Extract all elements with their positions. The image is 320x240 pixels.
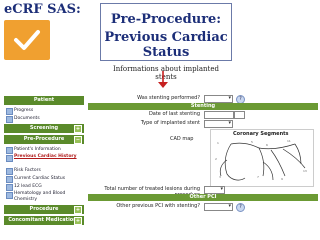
total-lesions-select[interactable] [204,186,225,194]
date-question: Date of last stenting [148,111,200,117]
sidebar-item-progress[interactable]: Progress [4,107,84,115]
svg-text:9: 9 [281,177,283,181]
form-row-date: Date of last stenting [88,110,318,119]
sidebar-item-risk-factors[interactable]: Risk Factors [4,167,84,175]
page-icon [6,155,13,162]
svg-text:1: 1 [217,141,219,145]
stent-type-question: Type of implanted stent [140,120,200,126]
cad-map-label: CAD map [170,136,194,142]
title-box: Pre-Procedure: Previous Cardiac Status [100,3,232,61]
page-icon [6,147,13,154]
help-icon[interactable]: ? [236,203,245,212]
sidebar-item-documents[interactable]: Documents [4,115,84,123]
sidebar-item-label: Hematology and Blood Chemistry [14,191,66,202]
expand-icon[interactable]: + [74,217,82,225]
form-row-other-pci: Other previous PCI with stenting? ? [88,202,318,212]
title-line1: Pre-Procedure: [110,12,222,27]
stenting-question: Was stenting performed? [137,95,200,101]
sidebar-item-hematology[interactable]: Hematology and Blood Chemistry [4,191,84,203]
page-icon [6,168,13,175]
stenting-section-header: Stenting [88,103,318,110]
calendar-icon[interactable] [234,111,245,119]
sidebar-section-label: Patient [33,97,55,103]
svg-text:6: 6 [266,143,268,147]
stent-type-select[interactable] [204,120,233,128]
sidebar-section-pre-procedure[interactable]: Pre-Procedure − [4,135,84,144]
coronary-segments-caption: Coronary Segments [233,131,289,137]
svg-text:5: 5 [251,140,253,144]
sidebar-item-12-lead-ecg[interactable]: 12 lead ECG [4,183,84,191]
svg-text:2: 2 [215,157,217,161]
form-row-stenting: Was stenting performed? ? [88,94,318,104]
sidebar-item-label: Previous Cardiac History [14,154,77,159]
page-icon [6,108,13,115]
down-arrow-icon [158,71,168,88]
sidebar-section-label: Pre-Procedure [23,136,65,142]
form-row-total-lesions: Total number of treated lesions during p… [88,185,318,198]
sidebar-item-label: 12 lead ECG [14,184,42,189]
ecrf-label: eCRF SAS: [4,2,81,17]
sidebar-item-current-cardiac-status[interactable]: Current Cardiac Status [4,175,84,183]
sidebar-item-label: Documents [14,116,40,121]
form-row-stent-type: Type of implanted stent [88,119,318,128]
page-icon [6,184,13,191]
sidebar-item-label: Patient's Information [14,147,61,152]
sidebar-item-patients-information[interactable]: Patient's Information [4,146,84,154]
page-icon [6,176,13,183]
other-pci-question: Other previous PCI with stenting? [116,203,200,209]
page-icon [6,116,13,123]
other-pci-select[interactable] [204,203,233,211]
sidebar-section-concomitant-medications[interactable]: Concomitant Medications + [4,216,84,225]
date-field[interactable] [204,111,234,119]
sidebar-section-screening[interactable]: Screening + [4,124,84,133]
stenting-select[interactable] [204,95,233,103]
coronary-segments-map[interactable]: Coronary Segments 1 2 3 5 6 11 7 9 13 [210,129,314,187]
sidebar-item-label: Current Cardiac Status [14,176,66,181]
page-icon [6,192,13,199]
svg-text:7: 7 [257,175,259,179]
sidebar-item-previous-cardiac-history[interactable]: Previous Cardiac History [4,154,84,166]
sidebar-section-label: Screening [29,125,59,131]
svg-text:3: 3 [219,175,221,179]
sidebar-item-label: Progress [14,108,34,113]
svg-text:11: 11 [287,139,291,143]
coronary-tree-icon: 1 2 3 5 6 11 7 9 13 [215,139,307,181]
sidebar-section-patient[interactable]: Patient [4,96,84,105]
title-line2: Previous Cardiac Status [104,30,228,60]
sidebar: Patient Progress Documents Screening + P… [2,94,86,240]
expand-icon[interactable]: + [74,125,82,133]
other-pci-section-header: Other PCI [88,194,318,201]
expand-icon[interactable]: + [74,206,82,214]
svg-text:13: 13 [303,169,307,173]
sidebar-item-label: Risk Factors [14,168,41,173]
collapse-icon[interactable]: − [74,136,82,144]
sidebar-section-label: Concomitant Medications [8,217,80,223]
checkmark-logo-icon [4,20,50,60]
sidebar-section-label: Procedure [29,206,59,212]
form-panel: Was stenting performed? ? Stenting Date … [88,94,318,240]
sidebar-section-procedure[interactable]: Procedure + [4,205,84,214]
